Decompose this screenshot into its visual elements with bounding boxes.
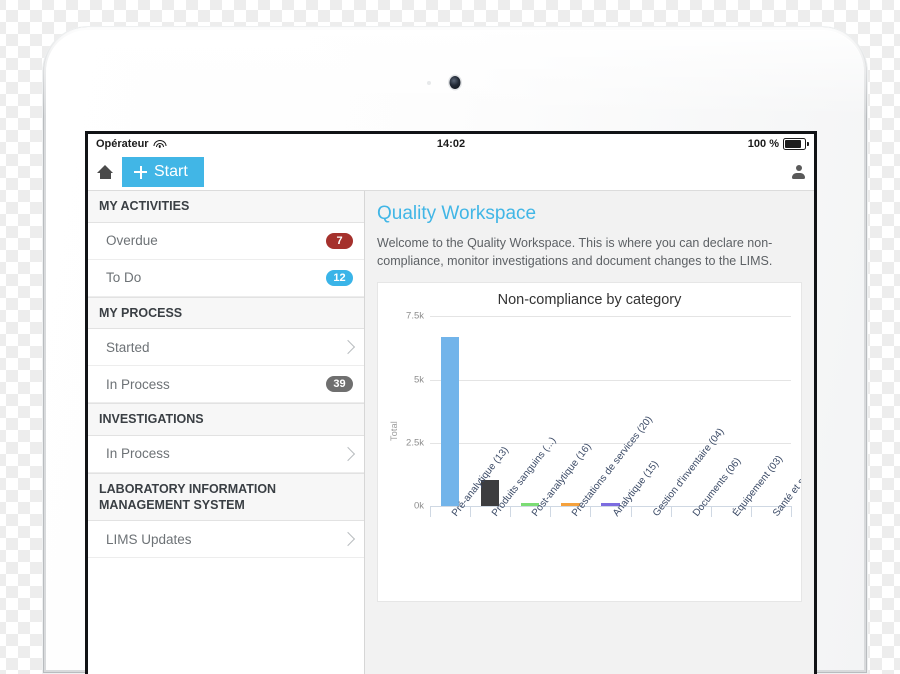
app-content: MY ACTIVITIES Overdue 7 To Do 12 MY PROCESS St… <box>88 191 814 674</box>
y-tick-label: 5k <box>413 374 424 386</box>
y-tick-label: 2.5k <box>406 437 424 449</box>
bar-chart[interactable]: Total 0k 2.5k 5k 7.5k Pré-analytique (13) Pr… <box>386 311 801 546</box>
navigation-sidebar: MY ACTIVITIES Overdue 7 To Do 12 MY PROCESS St… <box>88 191 365 674</box>
tablet-screen: Opérateur 14:02 100 % Start MY ACTIVITIE… <box>88 134 814 674</box>
chart-x-labels: Pré-analytique (13) Produits sanguins (..… <box>430 415 801 568</box>
sidebar-section-header: MY PROCESS <box>88 296 364 330</box>
sidebar-item-overdue[interactable]: Overdue 7 <box>88 222 364 260</box>
sidebar-item-lims-updates[interactable]: LIMS Updates <box>88 521 364 559</box>
y-tick-label: 7.5k <box>406 310 424 322</box>
sidebar-item-badge: 39 <box>326 376 353 393</box>
home-icon <box>96 164 114 180</box>
sidebar-item-label: Started <box>106 339 150 355</box>
sidebar-item-badge: 12 <box>326 269 353 286</box>
sidebar-item-label: Overdue <box>106 233 158 249</box>
sidebar-section-header: LABORATORY INFORMATION MANAGEMENT SYSTEM <box>88 472 364 522</box>
sidebar-item-label: In Process <box>106 446 170 462</box>
chart-bar[interactable] <box>440 336 460 507</box>
page-title: Quality Workspace <box>377 203 537 224</box>
sidebar-item-label: LIMS Updates <box>106 531 192 547</box>
status-bar-right: 100 % <box>747 138 809 150</box>
sidebar-item-started[interactable]: Started <box>88 329 364 367</box>
chevron-right-icon <box>340 446 356 461</box>
sidebar-item-in-process[interactable]: In Process 39 <box>88 366 364 404</box>
main-panel: Quality Workspace Welcome to the Quality… <box>365 191 814 674</box>
sidebar-item-label: In Process <box>106 376 170 392</box>
chart-title: Non-compliance by category <box>497 292 682 309</box>
battery-icon <box>783 138 809 150</box>
ambient-light-sensor <box>427 81 431 85</box>
plus-icon <box>134 165 147 179</box>
tablet-device-frame: Opérateur 14:02 100 % Start MY ACTIVITIE… <box>43 27 867 674</box>
account-button[interactable] <box>792 165 805 179</box>
sidebar-item-badge: 7 <box>326 232 353 249</box>
sidebar-section-header: MY ACTIVITIES <box>88 191 364 223</box>
sidebar-item-label: To Do <box>106 270 142 286</box>
app-toolbar: Start <box>88 154 814 191</box>
bar-slot <box>430 316 470 507</box>
home-button[interactable] <box>88 164 122 180</box>
person-icon <box>792 165 805 179</box>
chart-card: Non-compliance by category Total 0k 2.5k 5… <box>377 282 802 603</box>
sidebar-item-to-do[interactable]: To Do 12 <box>88 259 364 297</box>
front-camera <box>449 76 461 89</box>
start-button-label: Start <box>154 163 188 180</box>
sidebar-item-in-process[interactable]: In Process <box>88 435 364 473</box>
sidebar-section-header: INVESTIGATIONS <box>88 403 364 436</box>
y-tick-label: 0k <box>413 500 424 512</box>
start-button[interactable]: Start <box>122 157 204 187</box>
chart-y-ticks: 0k 2.5k 5k 7.5k <box>398 311 428 512</box>
chevron-right-icon <box>340 340 356 355</box>
ios-status-bar: Opérateur 14:02 100 % <box>88 134 814 154</box>
battery-percent-label: 100 % <box>747 138 779 150</box>
x-tickmark <box>791 506 792 518</box>
screenshot-stage: Opérateur 14:02 100 % Start MY ACTIVITIE… <box>0 0 900 674</box>
intro-text: Welcome to the Quality Workspace. This i… <box>377 236 773 269</box>
status-bar-clock: 14:02 <box>436 138 466 150</box>
chevron-right-icon <box>340 532 356 547</box>
